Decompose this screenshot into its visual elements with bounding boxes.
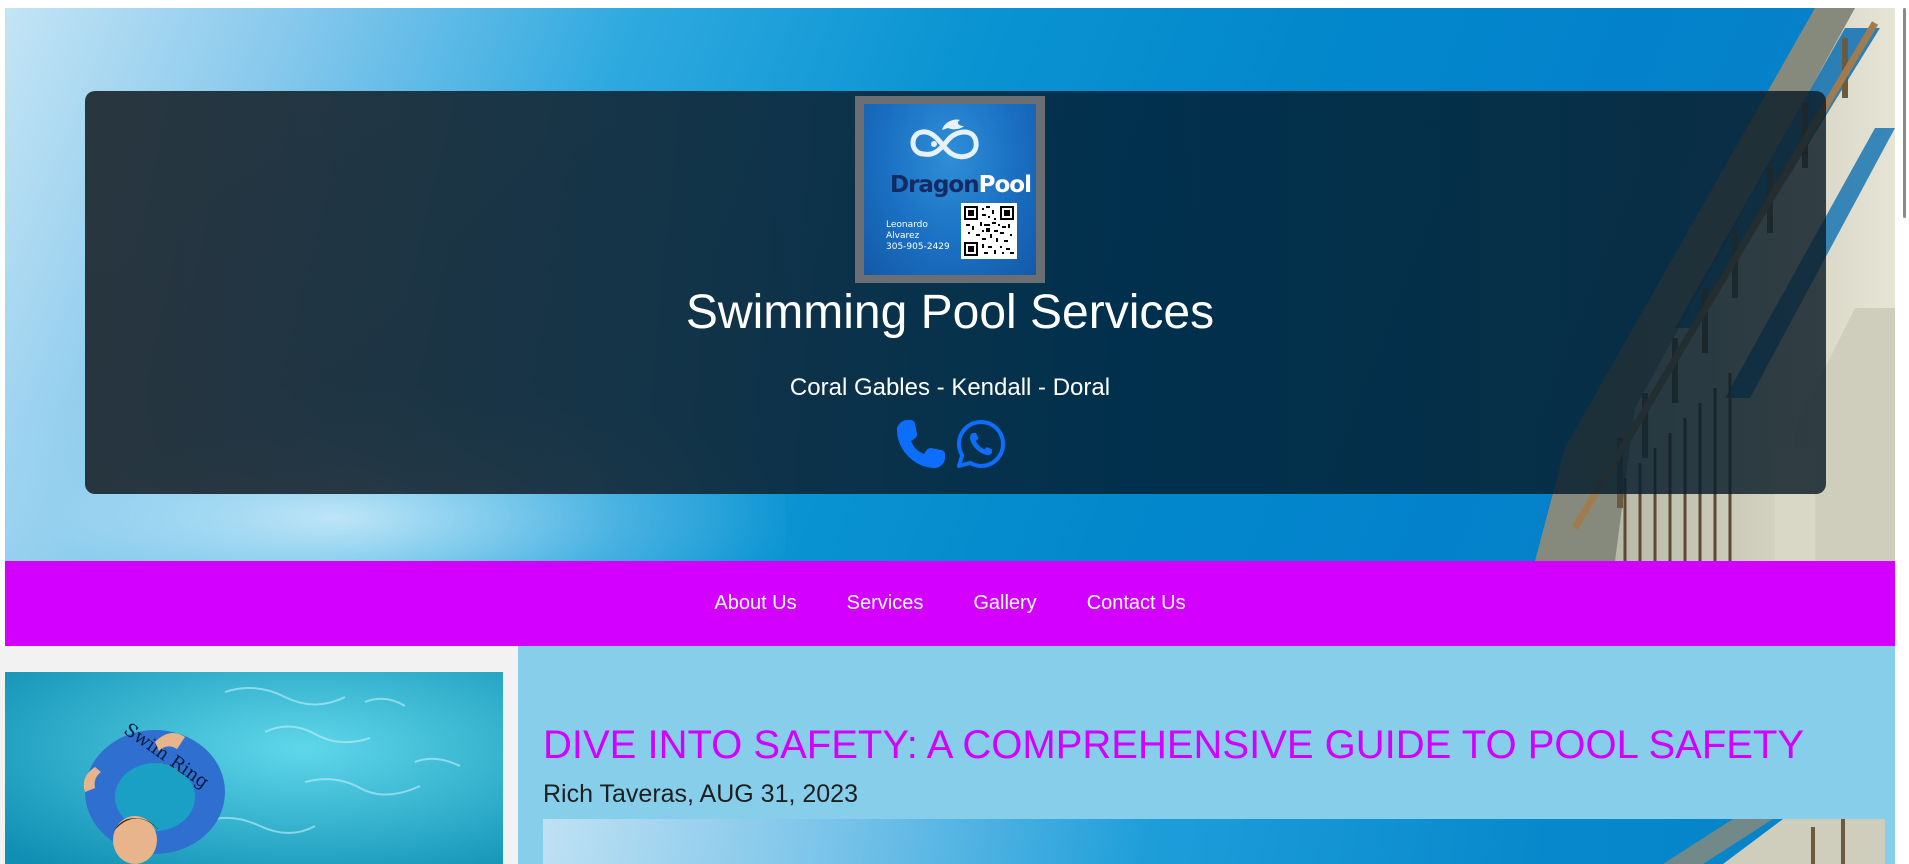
- service-areas: Coral Gables - Kendall - Doral: [789, 374, 1111, 401]
- post-thumbnail[interactable]: Swim Ring: [5, 672, 503, 864]
- post-title[interactable]: DIVE INTO SAFETY: A COMPREHENSIVE GUIDE …: [543, 720, 1804, 770]
- scrollbar[interactable]: [1895, 0, 1909, 864]
- nav-gallery[interactable]: Gallery: [973, 592, 1036, 615]
- dragon-emblem-icon: [910, 119, 979, 160]
- logo[interactable]: DragonPool Leonardo Alvarez 305-905-2429: [855, 96, 1045, 283]
- nav-about-us[interactable]: About Us: [714, 592, 796, 615]
- page-title: Swimming Pool Services: [685, 286, 1215, 339]
- phone-icon[interactable]: [893, 416, 949, 472]
- contact-icons: [893, 416, 1009, 472]
- nav-contact-us[interactable]: Contact Us: [1087, 592, 1186, 615]
- main-nav: About Us Services Gallery Contact Us: [5, 561, 1895, 646]
- whatsapp-icon[interactable]: [953, 416, 1009, 472]
- scrollbar-thumb[interactable]: [1903, 8, 1906, 218]
- post-meta: Rich Taveras, AUG 31, 2023: [543, 780, 858, 808]
- swim-ring-photo: Swim Ring: [5, 672, 503, 864]
- logo-brand: DragonPool: [890, 172, 1032, 198]
- post-hero-image: [543, 819, 1885, 864]
- logo-contact-info: Leonardo Alvarez 305-905-2429: [886, 220, 950, 252]
- qr-code-icon: [961, 203, 1017, 259]
- nav-services[interactable]: Services: [847, 592, 924, 615]
- page: DragonPool Leonardo Alvarez 305-905-2429: [0, 0, 1909, 864]
